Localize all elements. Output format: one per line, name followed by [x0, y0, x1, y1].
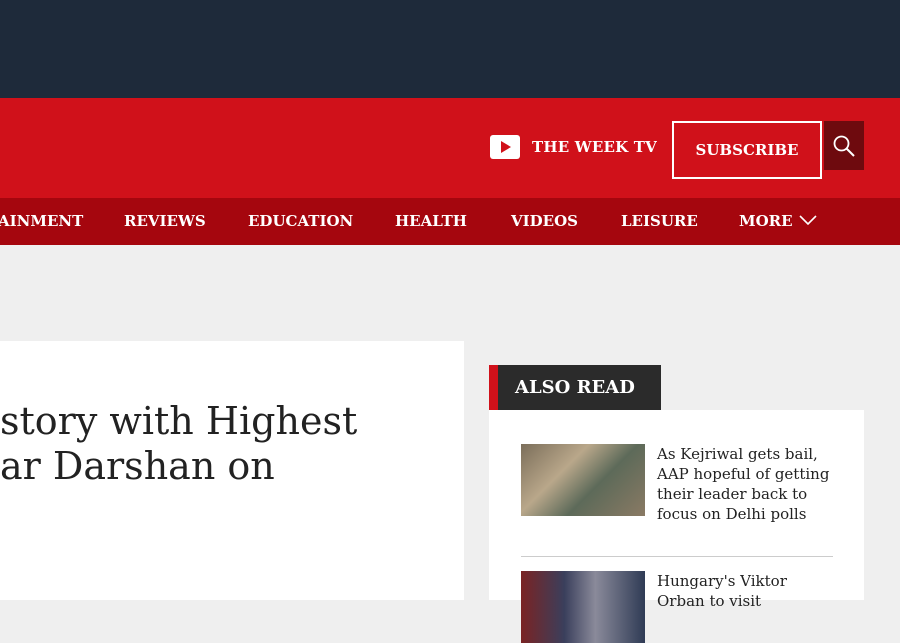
also-read-story[interactable]: Hungary's Viktor Orban to visit — [521, 571, 833, 643]
nav-more-label: MORE — [739, 212, 793, 230]
article-headline[interactable]: story with Highest ar Darshan on — [0, 399, 464, 489]
nav-item-leisure[interactable]: LEISURE — [621, 198, 698, 245]
also-read-heading: ALSO READ — [489, 365, 661, 410]
search-button[interactable] — [824, 121, 864, 170]
nav-item-education[interactable]: EDUCATION — [248, 198, 353, 245]
nav-item-videos[interactable]: VIDEOS — [511, 198, 578, 245]
main-nav: AINMENT REVIEWS EDUCATION HEALTH VIDEOS … — [0, 198, 900, 245]
also-read-panel: As Kejriwal gets bail, AAP hopeful of ge… — [489, 410, 864, 643]
subscribe-button[interactable]: SUBSCRIBE — [672, 121, 822, 179]
search-icon — [833, 135, 855, 157]
also-read-story[interactable]: As Kejriwal gets bail, AAP hopeful of ge… — [521, 444, 833, 557]
top-bar — [0, 0, 900, 98]
nav-item-reviews[interactable]: REVIEWS — [124, 198, 206, 245]
headline-line-1: story with Highest — [0, 399, 358, 443]
story-thumbnail — [521, 444, 645, 516]
the-week-tv-link[interactable]: THE WEEK TV — [490, 133, 657, 161]
nav-item-more[interactable]: MORE — [739, 198, 817, 245]
headline-line-2: ar Darshan on — [0, 444, 275, 488]
nav-item-entertainment[interactable]: AINMENT — [0, 198, 83, 245]
story-thumbnail — [521, 571, 645, 643]
the-week-tv-label: THE WEEK TV — [532, 138, 657, 156]
nav-item-health[interactable]: HEALTH — [395, 198, 467, 245]
chevron-down-icon — [799, 215, 817, 225]
play-icon — [490, 135, 520, 159]
